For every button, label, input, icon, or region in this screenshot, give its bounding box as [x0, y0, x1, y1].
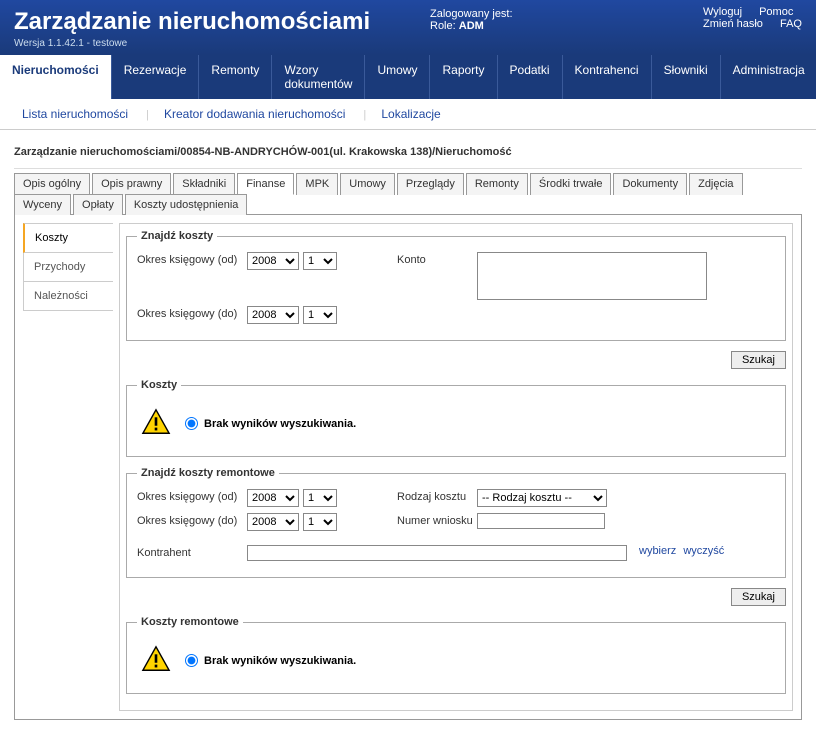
itab-mpk[interactable]: MPK: [296, 173, 338, 195]
nav-tab-slowniki[interactable]: Słowniki: [652, 55, 721, 99]
req-label: Numer wniosku: [397, 513, 477, 527]
app-header: Zarządzanie nieruchomościami Wersja 1.1.…: [0, 0, 816, 55]
itab-zdjecia[interactable]: Zdjęcia: [689, 173, 742, 195]
nav-tab-podatki[interactable]: Podatki: [498, 55, 563, 99]
nav-tab-wzory[interactable]: Wzory dokumentów: [272, 55, 365, 99]
itab-umowy[interactable]: Umowy: [340, 173, 395, 195]
contractor-input[interactable]: [247, 545, 627, 561]
period-to-label: Okres księgowy (do): [137, 306, 247, 320]
nav-tab-administracja[interactable]: Administracja: [721, 55, 816, 99]
nav-tab-kontrahenci[interactable]: Kontrahenci: [563, 55, 652, 99]
account-label: Konto: [397, 252, 477, 266]
nav-tab-rezerwacje[interactable]: Rezerwacje: [112, 55, 200, 99]
itab-srodki[interactable]: Środki trwałe: [530, 173, 612, 195]
year-from-select[interactable]: 2008: [247, 252, 299, 270]
change-password-link[interactable]: Zmień hasło: [703, 18, 763, 30]
stab-koszty[interactable]: Koszty: [23, 223, 113, 253]
renov-no-results-message: Brak wyników wyszukiwania.: [204, 655, 356, 667]
help-link[interactable]: Pomoc: [759, 6, 793, 18]
main-panel: Znajdź koszty Okres księgowy (od) 2008 1…: [119, 223, 793, 711]
search-button-costs[interactable]: Szukaj: [731, 351, 786, 369]
subnav-kreator[interactable]: Kreator dodawania nieruchomości: [156, 104, 353, 124]
costs-result-fieldset: Koszty Brak wyników wyszukiwania.: [126, 379, 786, 457]
itab-oplaty[interactable]: Opłaty: [73, 194, 123, 215]
renov-period-from-label: Okres księgowy (od): [137, 489, 247, 503]
contractor-label: Kontrahent: [137, 545, 247, 559]
itab-remonty[interactable]: Remonty: [466, 173, 528, 195]
req-input[interactable]: [477, 513, 605, 529]
itab-dokumenty[interactable]: Dokumenty: [613, 173, 687, 195]
itab-opis-ogolny[interactable]: Opis ogólny: [14, 173, 90, 195]
logout-link[interactable]: Wyloguj: [703, 6, 742, 18]
kind-label: Rodzaj kosztu: [397, 489, 477, 503]
renov-month-to-select[interactable]: 1: [303, 513, 337, 531]
renov-month-from-select[interactable]: 1: [303, 489, 337, 507]
month-to-select[interactable]: 1: [303, 306, 337, 324]
warning-icon: [141, 644, 171, 677]
renov-period-to-label: Okres księgowy (do): [137, 513, 247, 527]
faq-link[interactable]: FAQ: [780, 18, 802, 30]
renov-no-results-radio[interactable]: [185, 654, 198, 667]
side-tabs: Koszty Przychody Należności: [23, 223, 113, 711]
clear-contractor-link[interactable]: wyczyść: [683, 545, 724, 557]
find-renov-legend: Znajdź koszty remontowe: [137, 467, 279, 479]
itab-koszty-udost[interactable]: Koszty udostępnienia: [125, 194, 248, 215]
account-textarea[interactable]: [477, 252, 707, 300]
no-results-radio[interactable]: [185, 417, 198, 430]
no-results-message: Brak wyników wyszukiwania.: [204, 418, 356, 430]
renov-result-legend: Koszty remontowe: [137, 616, 243, 628]
user-info: Zalogowany jest: Role: ADM: [430, 8, 513, 32]
nav-tab-remonty[interactable]: Remonty: [199, 55, 272, 99]
find-renov-fieldset: Znajdź koszty remontowe Okres księgowy (…: [126, 467, 786, 578]
subnav-lokalizacje[interactable]: Lokalizacje: [373, 104, 448, 124]
main-nav: Nieruchomości Rezerwacje Remonty Wzory d…: [0, 55, 816, 99]
itab-wyceny[interactable]: Wyceny: [14, 194, 71, 215]
subnav-lista[interactable]: Lista nieruchomości: [14, 104, 136, 124]
role-value: ADM: [459, 20, 484, 32]
breadcrumb: Zarządzanie nieruchomościami/00854-NB-AN…: [14, 140, 802, 169]
kind-select[interactable]: -- Rodzaj kosztu --: [477, 489, 607, 507]
role-label: Role:: [430, 20, 456, 32]
renov-year-to-select[interactable]: 2008: [247, 513, 299, 531]
select-contractor-link[interactable]: wybierz: [639, 545, 676, 557]
nav-tab-raporty[interactable]: Raporty: [430, 55, 497, 99]
find-costs-legend: Znajdź koszty: [137, 230, 217, 242]
year-to-select[interactable]: 2008: [247, 306, 299, 324]
search-button-renov[interactable]: Szukaj: [731, 588, 786, 606]
renov-year-from-select[interactable]: 2008: [247, 489, 299, 507]
inner-tabs: Opis ogólny Opis prawny Składniki Finans…: [14, 173, 802, 215]
nav-tab-nieruchomosci[interactable]: Nieruchomości: [0, 55, 112, 99]
renov-result-fieldset: Koszty remontowe Brak wyników wyszukiwan…: [126, 616, 786, 694]
itab-opis-prawny[interactable]: Opis prawny: [92, 173, 171, 195]
itab-skladniki[interactable]: Składniki: [173, 173, 235, 195]
stab-przychody[interactable]: Przychody: [23, 253, 113, 282]
month-from-select[interactable]: 1: [303, 252, 337, 270]
app-title: Zarządzanie nieruchomościami: [14, 8, 802, 36]
itab-finanse[interactable]: Finanse: [237, 173, 294, 195]
sub-nav: Lista nieruchomości| Kreator dodawania n…: [0, 99, 816, 130]
find-costs-fieldset: Znajdź koszty Okres księgowy (od) 2008 1…: [126, 230, 786, 341]
warning-icon: [141, 407, 171, 440]
period-from-label: Okres księgowy (od): [137, 252, 247, 266]
costs-result-legend: Koszty: [137, 379, 181, 391]
app-version: Wersja 1.1.42.1 - testowe: [14, 38, 802, 55]
itab-przeglady[interactable]: Przeglądy: [397, 173, 464, 195]
stab-naleznosci[interactable]: Należności: [23, 282, 113, 311]
nav-tab-umowy[interactable]: Umowy: [365, 55, 430, 99]
header-links: Wyloguj Pomoc Zmień hasło FAQ: [689, 6, 802, 30]
logged-label: Zalogowany jest:: [430, 8, 513, 20]
